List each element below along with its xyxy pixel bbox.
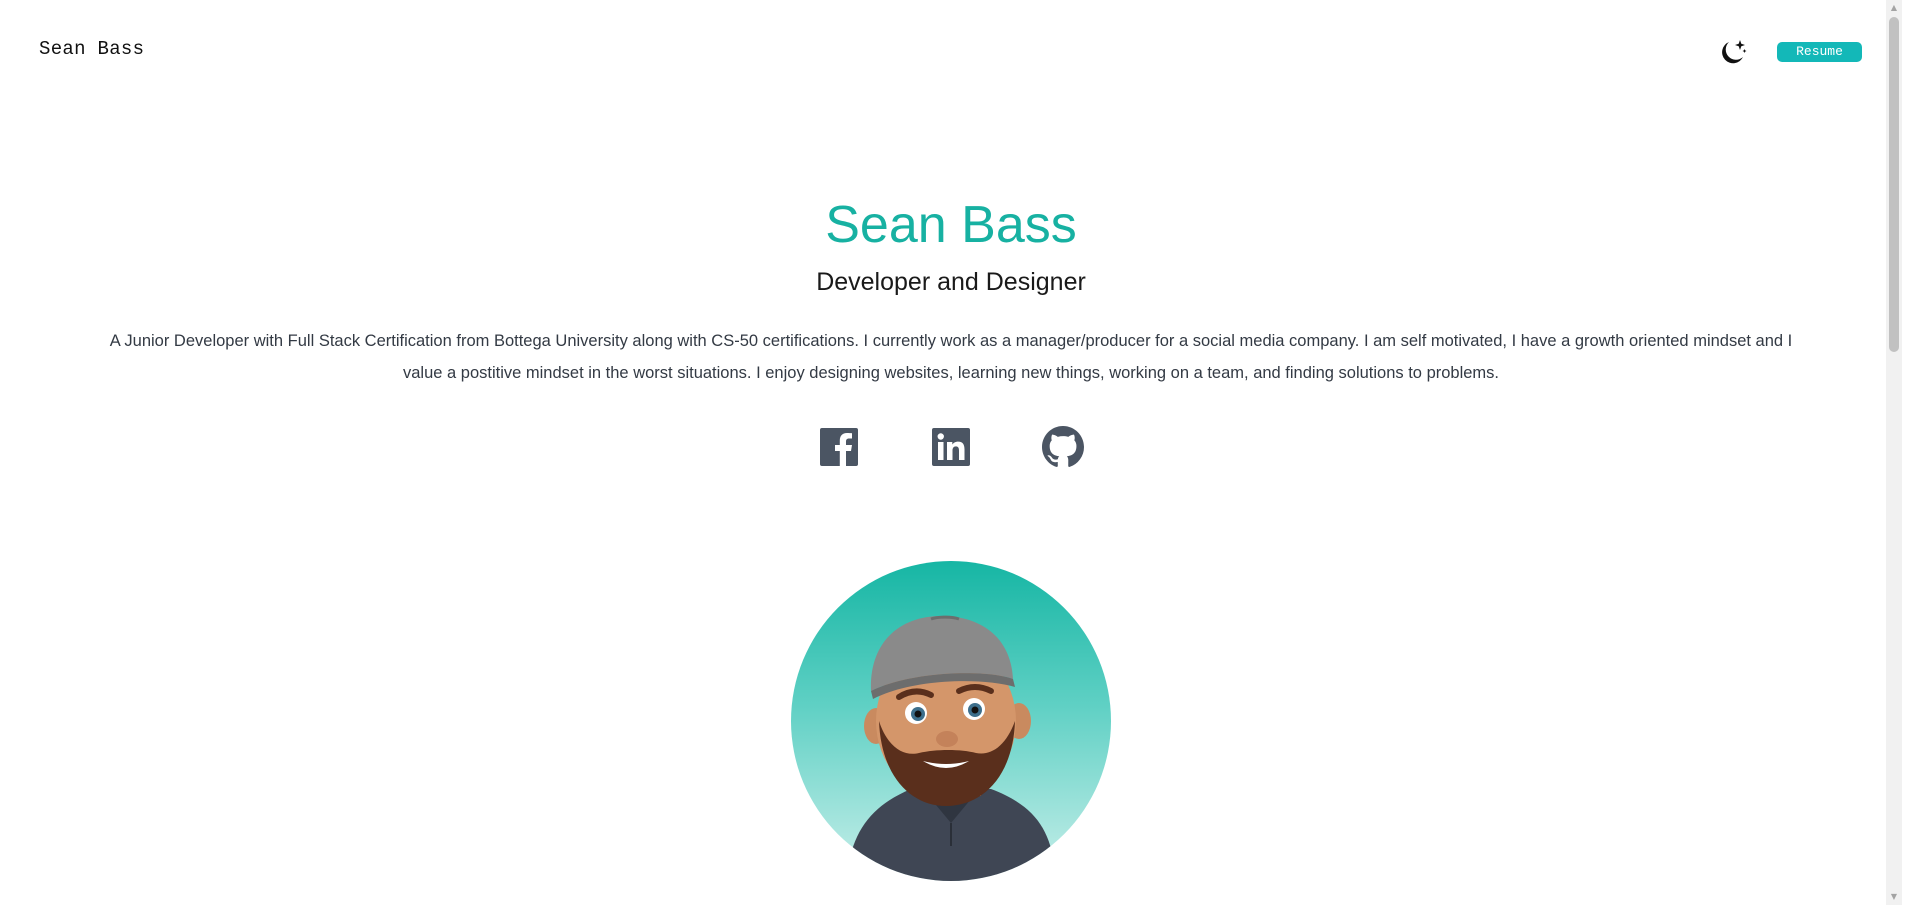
scroll-up-icon[interactable]: ▲ (1886, 0, 1902, 16)
social-links (0, 426, 1902, 468)
hero-name: Sean Bass (825, 196, 1077, 254)
github-link[interactable] (1042, 426, 1084, 468)
resume-button[interactable]: Resume (1777, 42, 1862, 62)
theme-toggle-button[interactable] (1716, 36, 1748, 68)
scroll-thumb[interactable] (1889, 17, 1899, 352)
facebook-link[interactable] (818, 426, 860, 468)
nav-brand[interactable]: Sean Bass (39, 38, 144, 60)
linkedin-link[interactable] (930, 426, 972, 468)
linkedin-icon (932, 428, 970, 466)
github-icon (1042, 426, 1084, 467)
page: Sean Bass Resume Sean Bass Developer and… (0, 0, 1902, 905)
hero-bio: A Junior Developer with Full Stack Certi… (109, 332, 1793, 382)
memoji-illustration (846, 615, 1056, 881)
vertical-scrollbar[interactable]: ▲ ▼ (1886, 0, 1902, 905)
moon-stars-icon (1722, 40, 1747, 64)
hero-subtitle: Developer and Designer (816, 268, 1086, 296)
scroll-down-icon[interactable]: ▼ (1886, 889, 1902, 905)
avatar (791, 561, 1111, 881)
facebook-icon (820, 428, 858, 466)
